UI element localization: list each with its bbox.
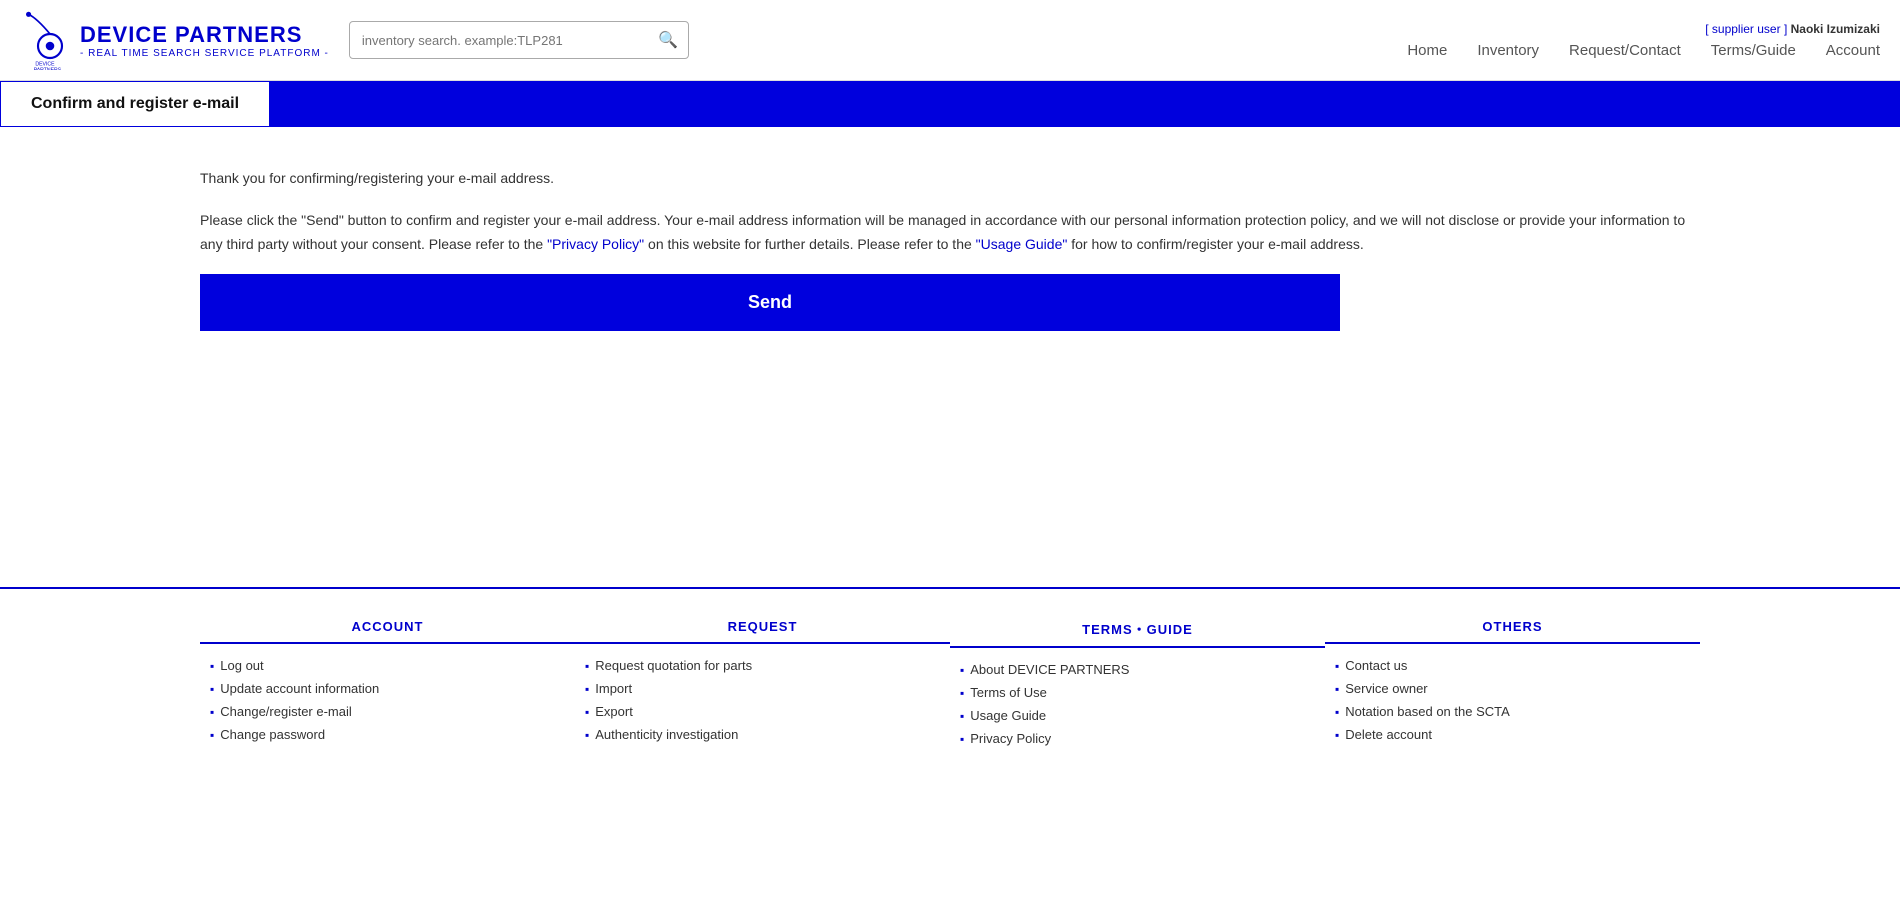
footer-delete-account[interactable]: Delete account [1345,727,1432,742]
nav-area: [ supplier user ] Naoki Izumizaki Home I… [1407,22,1880,59]
footer-contact[interactable]: Contact us [1345,658,1407,673]
footer-account: ACCOUNT Log out Update account informati… [200,619,575,754]
nav-account[interactable]: Account [1826,42,1880,59]
user-role-label: [ supplier user ] [1705,22,1787,36]
footer-import[interactable]: Import [595,681,632,696]
footer-others: OTHERS Contact us Service owner Notation… [1325,619,1700,754]
list-item: Contact us [1335,658,1700,673]
nav-request-contact[interactable]: Request/Contact [1569,42,1681,59]
main-nav: Home Inventory Request/Contact Terms/Gui… [1407,42,1880,59]
list-item: Privacy Policy [960,731,1325,746]
footer-terms-list: About DEVICE PARTNERS Terms of Use Usage… [950,662,1325,746]
page-banner: Confirm and register e-mail [0,81,1900,127]
list-item: Request quotation for parts [585,658,950,673]
search-box: 🔍 [349,21,689,59]
details-paragraph: Please click the "Send" button to confir… [200,209,1700,257]
footer: ACCOUNT Log out Update account informati… [0,589,1900,784]
footer-account-list: Log out Update account information Chang… [200,658,575,742]
footer-quotation[interactable]: Request quotation for parts [595,658,752,673]
footer-change-email[interactable]: Change/register e-mail [220,704,352,719]
footer-request: REQUEST Request quotation for parts Impo… [575,619,950,754]
brand-tagline: - REAL TIME SEARCH SERVICE PLATFORM - [80,48,329,59]
list-item: Service owner [1335,681,1700,696]
footer-terms: TERMS・GUIDE About DEVICE PARTNERS Terms … [950,619,1325,754]
nav-inventory[interactable]: Inventory [1477,42,1539,59]
footer-terms-of-use[interactable]: Terms of Use [970,685,1047,700]
logo-icon: DEVICE PARTNERS [20,10,80,70]
footer-request-list: Request quotation for parts Import Expor… [575,658,950,742]
list-item: Log out [210,658,575,673]
svg-text:PARTNERS: PARTNERS [34,68,62,70]
list-item: Export [585,704,950,719]
footer-others-list: Contact us Service owner Notation based … [1325,658,1700,742]
list-item: Change/register e-mail [210,704,575,719]
main-content: Thank you for confirming/registering you… [0,127,1900,527]
footer-terms-title: TERMS・GUIDE [950,619,1325,648]
search-area: 🔍 [349,21,689,59]
logo-area: DEVICE PARTNERS DEVICE PARTNERS - REAL T… [20,10,329,70]
privacy-policy-link[interactable]: "Privacy Policy" [547,236,644,252]
list-item: Change password [210,727,575,742]
send-button[interactable]: Send [200,274,1340,331]
usage-guide-link[interactable]: "Usage Guide" [976,236,1068,252]
header: DEVICE PARTNERS DEVICE PARTNERS - REAL T… [0,0,1900,81]
search-input[interactable] [350,25,648,56]
brand-name: DEVICE PARTNERS [80,22,329,48]
footer-request-title: REQUEST [575,619,950,644]
list-item: Notation based on the SCTA [1335,704,1700,719]
list-item: Delete account [1335,727,1700,742]
brand-text: DEVICE PARTNERS - REAL TIME SEARCH SERVI… [80,22,329,59]
list-item: About DEVICE PARTNERS [960,662,1325,677]
footer-privacy-policy[interactable]: Privacy Policy [970,731,1051,746]
list-item: Import [585,681,950,696]
footer-about[interactable]: About DEVICE PARTNERS [970,662,1129,677]
nav-home[interactable]: Home [1407,42,1447,59]
list-item: Update account information [210,681,575,696]
user-info: [ supplier user ] Naoki Izumizaki [1705,22,1880,36]
banner-tab: Confirm and register e-mail [0,81,270,127]
footer-usage-guide[interactable]: Usage Guide [970,708,1046,723]
nav-terms-guide[interactable]: Terms/Guide [1711,42,1796,59]
list-item: Usage Guide [960,708,1325,723]
search-button[interactable]: 🔍 [648,22,688,58]
footer-notation-scta[interactable]: Notation based on the SCTA [1345,704,1510,719]
svg-text:DEVICE: DEVICE [35,62,55,68]
banner-tab-label: Confirm and register e-mail [31,95,239,113]
footer-account-title: ACCOUNT [200,619,575,644]
username: Naoki Izumizaki [1791,22,1880,36]
footer-authenticity[interactable]: Authenticity investigation [595,727,738,742]
footer-logout[interactable]: Log out [220,658,263,673]
list-item: Terms of Use [960,685,1325,700]
list-item: Authenticity investigation [585,727,950,742]
footer-change-password[interactable]: Change password [220,727,325,742]
footer-service-owner[interactable]: Service owner [1345,681,1427,696]
intro-paragraph: Thank you for confirming/registering you… [200,167,1700,191]
footer-export[interactable]: Export [595,704,633,719]
footer-update-account[interactable]: Update account information [220,681,379,696]
footer-others-title: OTHERS [1325,619,1700,644]
